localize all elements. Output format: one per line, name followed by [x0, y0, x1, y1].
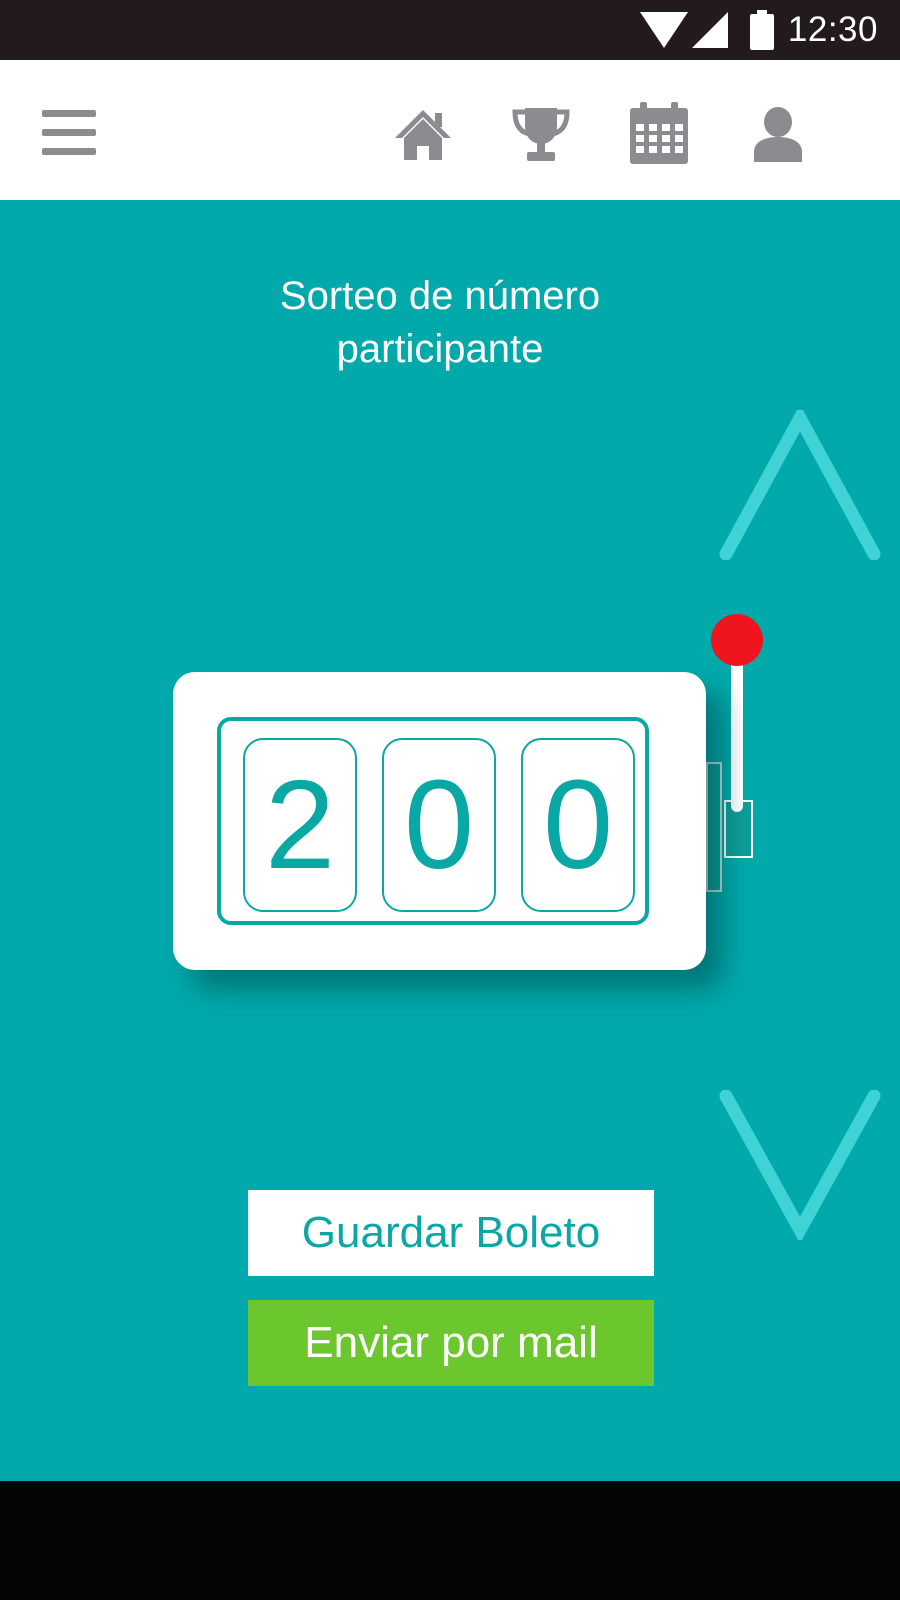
- user-icon[interactable]: [752, 106, 804, 167]
- reel-digit: 0: [521, 738, 635, 912]
- cell-signal-icon: [692, 12, 728, 53]
- page-title-line1: Sorteo de número: [279, 274, 601, 318]
- reel-digit: 0: [382, 738, 496, 912]
- send-email-button[interactable]: Enviar por mail: [248, 1300, 654, 1386]
- number-display: 2 0 0: [217, 717, 649, 925]
- save-ticket-button[interactable]: Guardar Boleto: [248, 1190, 654, 1276]
- page-title-line2: participante: [336, 327, 544, 371]
- clock-time: 12:30: [787, 10, 878, 49]
- lever-knob[interactable]: [711, 614, 763, 666]
- app-bar: [0, 60, 900, 200]
- system-navigation-bar: [0, 1481, 900, 1600]
- hamburger-menu-icon[interactable]: [42, 110, 98, 161]
- chevron-down-icon[interactable]: [718, 1089, 882, 1245]
- home-icon[interactable]: [393, 108, 453, 165]
- slot-machine: 2 0 0: [173, 672, 706, 970]
- battery-icon: [750, 10, 774, 55]
- wifi-icon: [640, 12, 688, 53]
- chevron-up-icon[interactable]: [718, 404, 882, 565]
- page-title: Sorteo de número participante: [0, 270, 880, 376]
- reel-digit: 2: [243, 738, 357, 912]
- trophy-icon[interactable]: [511, 106, 571, 167]
- calendar-icon[interactable]: [630, 102, 688, 169]
- lever-base: [706, 762, 722, 892]
- main-panel: Sorteo de número participante 2 0 0 Guar…: [0, 200, 900, 1481]
- status-bar: 12:30: [0, 0, 900, 60]
